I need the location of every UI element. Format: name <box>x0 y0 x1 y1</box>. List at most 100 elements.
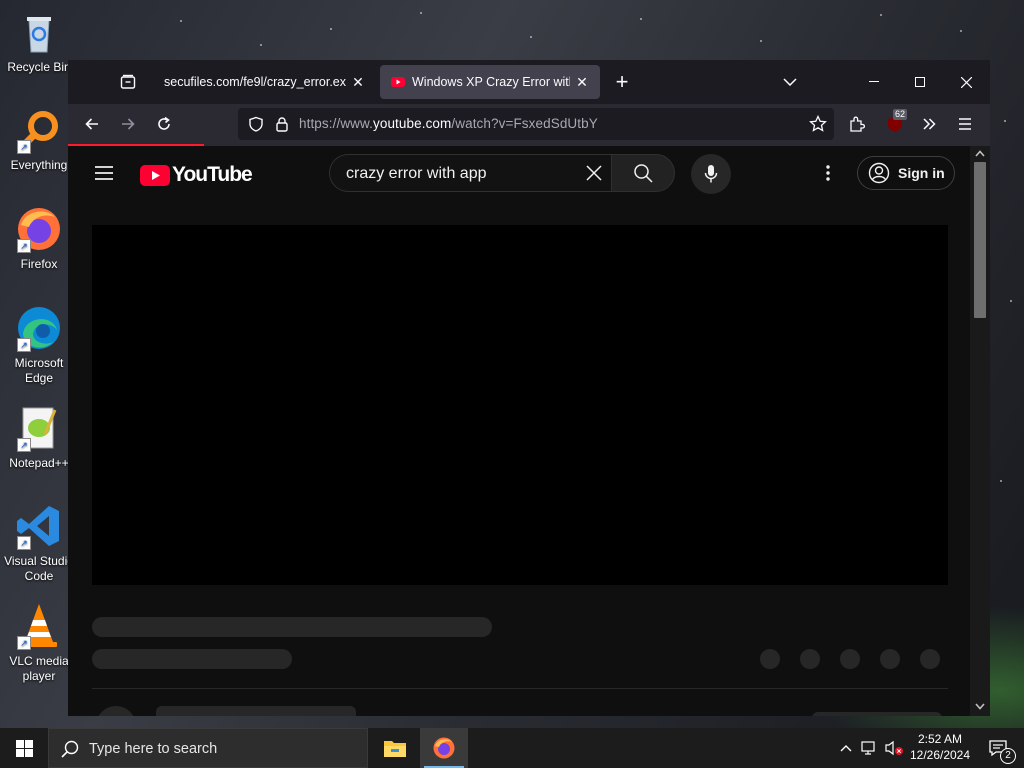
desktop-icon-label: Everything <box>10 158 68 172</box>
extensions-puzzle-icon[interactable] <box>843 110 871 138</box>
clock-time: 2:52 AM <box>917 732 963 746</box>
url-host: youtube.com <box>372 116 452 131</box>
tab-strip: secufiles.com/fe9l/crazy_error.exe.r ✕ W… <box>68 60 990 104</box>
yt-search-button[interactable] <box>611 154 675 192</box>
desktop-icon-vlc[interactable]: ↗ VLC media player <box>0 602 78 684</box>
bookmark-star-icon[interactable] <box>804 110 832 138</box>
windows-logo-icon <box>15 739 33 757</box>
desktop-icon-firefox[interactable]: ↗ Firefox <box>0 205 78 272</box>
microphone-icon <box>704 165 718 183</box>
yt-search-clear-icon[interactable] <box>580 159 608 187</box>
lock-icon[interactable] <box>268 110 296 138</box>
vlc-icon: ↗ <box>15 602 63 650</box>
notification-count-badge: 2 <box>1000 748 1016 764</box>
vscode-icon: ↗ <box>15 502 63 550</box>
action-placeholder <box>920 649 940 669</box>
edge-icon: ↗ <box>15 304 63 352</box>
desktop-icon-edge[interactable]: ↗ Microsoft Edge <box>0 304 78 386</box>
windows-taskbar: Type here to search 2:52 AM 12/26/2024 2 <box>0 728 1024 768</box>
desktop-icon-everything[interactable]: ↗ Everything <box>0 106 78 173</box>
desktop-icon-recycle-bin[interactable]: Recycle Bin <box>0 8 78 75</box>
clock-date: 12/26/2024 <box>909 748 971 762</box>
yt-search-input[interactable]: crazy error with app <box>329 154 611 192</box>
video-title-placeholder <box>92 617 492 637</box>
ublock-extension-icon[interactable]: 62 <box>881 109 909 138</box>
yt-sign-in-button[interactable]: Sign in <box>857 156 955 190</box>
youtube-page: YouTube crazy error with app Sign in <box>68 146 970 716</box>
taskbar-search-box[interactable]: Type here to search <box>48 728 368 768</box>
sign-in-label: Sign in <box>898 165 945 181</box>
recycle-bin-icon <box>15 8 63 56</box>
scrollbar-thumb[interactable] <box>974 162 986 318</box>
network-icon[interactable] <box>858 728 882 768</box>
minimize-button[interactable] <box>851 60 897 104</box>
search-icon <box>61 740 79 758</box>
youtube-header: YouTube crazy error with app Sign in <box>68 146 970 202</box>
desktop-icon-label: Visual Studio Code <box>4 554 74 583</box>
desktop-icon-notepad-plus-plus[interactable]: ↗ Notepad++ <box>0 404 78 471</box>
url-bar[interactable]: https://www.youtube.com/watch?v=FsxedSdU… <box>238 108 834 140</box>
account-circle-icon <box>868 162 890 184</box>
navigation-toolbar: https://www.youtube.com/watch?v=FsxedSdU… <box>68 104 990 144</box>
extension-badge: 62 <box>893 109 908 120</box>
taskbar-firefox[interactable] <box>420 728 468 768</box>
yt-search-query: crazy error with app <box>346 165 487 182</box>
search-icon <box>634 164 653 183</box>
app-menu-hamburger-icon[interactable] <box>951 110 979 138</box>
action-placeholder <box>760 649 780 669</box>
description-divider <box>92 688 948 689</box>
youtube-logo-text: YouTube <box>172 163 253 186</box>
url-path: /watch?v=FsxedSdUtbY <box>451 116 598 131</box>
comment-placeholder <box>156 706 356 716</box>
list-all-tabs-icon[interactable] <box>767 60 813 104</box>
desktop-icon-vscode[interactable]: ↗ Visual Studio Code <box>0 502 78 584</box>
file-explorer-icon <box>384 741 406 757</box>
channel-info-placeholder <box>92 649 292 669</box>
tab-close-icon[interactable]: ✕ <box>574 74 590 91</box>
youtube-logo-icon <box>140 164 170 186</box>
back-button[interactable] <box>78 110 106 138</box>
everything-search-icon: ↗ <box>15 106 63 154</box>
tab-youtube[interactable]: Windows XP Crazy Error with ap ✕ <box>380 65 600 99</box>
forward-button[interactable] <box>114 110 142 138</box>
tab-label: Windows XP Crazy Error with ap <box>412 75 570 89</box>
tab-close-icon[interactable]: ✕ <box>350 74 366 91</box>
scroll-down-icon[interactable] <box>975 703 985 710</box>
subscribe-placeholder <box>812 712 942 716</box>
action-placeholder <box>840 649 860 669</box>
firefox-window: secufiles.com/fe9l/crazy_error.exe.r ✕ W… <box>68 60 990 716</box>
action-placeholder <box>800 649 820 669</box>
taskbar-clock[interactable]: 2:52 AM 12/26/2024 <box>906 731 974 763</box>
desktop-icon-label: Recycle Bin <box>7 60 71 74</box>
taskbar-file-explorer[interactable] <box>371 728 419 768</box>
close-window-button[interactable] <box>943 60 989 104</box>
youtube-logo[interactable]: YouTube <box>140 163 253 187</box>
url-text[interactable]: https://www.youtube.com/watch?v=FsxedSdU… <box>299 116 598 131</box>
tracking-protection-shield-icon[interactable] <box>242 110 270 138</box>
desktop-icon-label: Notepad++ <box>9 456 69 470</box>
notepad-plus-plus-icon: ↗ <box>15 404 63 452</box>
page-scrollbar[interactable] <box>970 146 990 716</box>
yt-guide-menu-icon[interactable] <box>90 159 118 187</box>
avatar-placeholder <box>96 706 136 716</box>
more-tools-chevrons-icon[interactable] <box>915 110 943 138</box>
desktop-icon-label: Firefox <box>20 257 58 271</box>
reload-button[interactable] <box>150 110 178 138</box>
new-tab-button[interactable]: + <box>608 68 636 96</box>
video-player[interactable] <box>92 225 948 585</box>
yt-voice-search-button[interactable] <box>691 154 731 194</box>
scroll-up-icon[interactable] <box>975 150 985 157</box>
firefox-view-icon[interactable] <box>114 68 142 96</box>
firefox-icon <box>433 737 455 759</box>
url-prefix: https://www. <box>299 116 373 131</box>
show-hidden-icons-chevron-icon[interactable] <box>834 728 858 768</box>
action-center-button[interactable]: 2 <box>978 728 1018 768</box>
volume-muted-icon[interactable] <box>882 728 906 768</box>
desktop-icon-label: VLC media player <box>9 654 69 683</box>
yt-settings-kebab-icon[interactable] <box>814 159 842 187</box>
start-button[interactable] <box>0 728 48 768</box>
tab-secufiles[interactable]: secufiles.com/fe9l/crazy_error.exe.r ✕ <box>154 65 376 99</box>
maximize-button[interactable] <box>897 60 943 104</box>
youtube-favicon-icon <box>390 74 406 90</box>
desktop-icon-label: Microsoft Edge <box>14 356 64 385</box>
